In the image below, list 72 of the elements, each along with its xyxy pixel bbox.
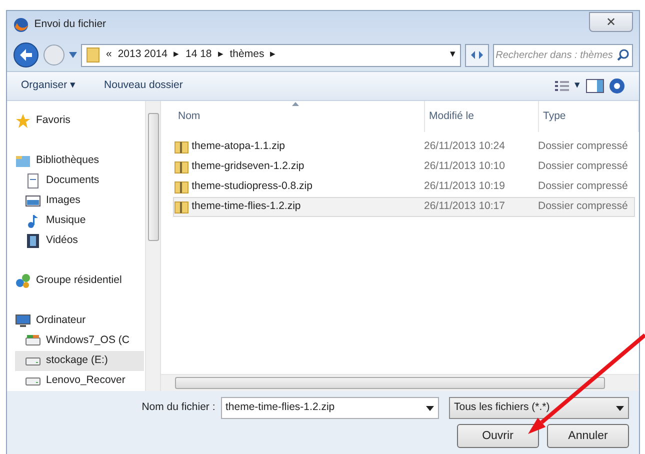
- file-row[interactable]: theme-atopa-1.1.zip 26/11/2013 10:24 Dossier compressé: [173, 137, 635, 157]
- zip-folder-icon: [174, 180, 189, 194]
- breadcrumb-item[interactable]: 14 18: [185, 47, 212, 63]
- view-list-icon[interactable]: [555, 80, 570, 92]
- sidebar-item[interactable]: Musique: [15, 211, 144, 231]
- new-folder-button[interactable]: Nouveau dossier: [104, 78, 528, 94]
- sidebar-item[interactable]: Groupe résidentiel: [15, 271, 144, 291]
- document-icon: [25, 173, 41, 189]
- file-row[interactable]: theme-gridseven-1.2.zip 26/11/2013 10:10 Dossier compressé: [173, 157, 635, 177]
- zip-folder-icon: [174, 200, 189, 214]
- breadcrumb-prefix[interactable]: «: [106, 47, 112, 63]
- sidebar-item[interactable]: Ordinateur: [15, 311, 144, 331]
- caret-icon[interactable]: [616, 406, 624, 410]
- sort-arrow-icon: [292, 102, 299, 106]
- sidebar-item[interactable]: Documents: [15, 171, 144, 191]
- file-type: Dossier compressé: [538, 199, 628, 214]
- zip-folder-icon: [174, 140, 189, 154]
- sidebar-item[interactable]: Windows7_OS (C: [15, 331, 144, 351]
- folder-icon: [86, 47, 100, 63]
- file-name-field[interactable]: theme-time-flies-1.2.zip: [220, 397, 438, 419]
- breadcrumb-separator[interactable]: ▸: [270, 47, 276, 63]
- vertical-scrollbar[interactable]: [145, 101, 160, 391]
- sidebar-item[interactable]: Vidéos: [15, 231, 144, 251]
- horizontal-scrollbar[interactable]: [161, 374, 639, 391]
- cancel-button[interactable]: Annuler: [547, 424, 629, 448]
- preview-pane-icon[interactable]: [586, 79, 604, 93]
- breadcrumb-item[interactable]: thèmes: [230, 47, 264, 63]
- browser-icon: [13, 17, 29, 33]
- window-title: Envoi du fichier: [34, 17, 108, 32]
- column-header[interactable]: Type: [539, 101, 639, 132]
- computer-icon: [15, 313, 31, 329]
- search-icon: [617, 48, 629, 60]
- film-icon: [25, 233, 41, 249]
- sidebar-item[interactable]: stockage (E:): [15, 351, 144, 371]
- breadcrumb-item[interactable]: 2013 2014: [118, 47, 168, 63]
- refresh-button[interactable]: [465, 44, 489, 66]
- sidebar-item[interactable]: Lenovo_Recover: [15, 371, 144, 391]
- breadcrumb-separator[interactable]: ▸: [173, 47, 180, 63]
- file-type-filter[interactable]: Tous les fichiers (*.*): [449, 397, 629, 419]
- modified-date: 26/11/2013 10:24: [424, 139, 506, 154]
- zip-folder-icon: [174, 160, 189, 174]
- file-name: theme-studiopress-0.8.zip: [192, 179, 312, 194]
- file-row[interactable]: theme-studiopress-0.8.zip 26/11/2013 10:19 Dossier compressé: [173, 177, 635, 197]
- column-header[interactable]: Nom: [174, 101, 425, 132]
- column-header[interactable]: Modifié le: [425, 101, 539, 132]
- star-icon: [15, 113, 31, 129]
- file-type: Dossier compressé: [538, 139, 628, 154]
- file-name-label: Nom du fichier :: [142, 400, 216, 416]
- file-type: Dossier compressé: [538, 159, 628, 174]
- file-name: theme-time-flies-1.2.zip: [192, 199, 301, 214]
- sidebar-item[interactable]: Favoris: [15, 111, 144, 131]
- file-type: Dossier compressé: [538, 179, 628, 194]
- view-caret[interactable]: ▾: [574, 78, 580, 94]
- search-field[interactable]: Rechercher dans : thèmes: [492, 44, 633, 66]
- organize-menu[interactable]: Organiser ▾: [21, 78, 76, 94]
- homegroup-icon: [15, 273, 31, 289]
- library-icon: [15, 153, 31, 169]
- modified-date: 26/11/2013 10:10: [424, 159, 506, 174]
- modified-date: 26/11/2013 10:19: [424, 179, 506, 194]
- close-button[interactable]: ✕: [589, 12, 633, 32]
- image-icon: [25, 193, 41, 209]
- address-dropdown[interactable]: ▾: [450, 47, 456, 63]
- file-row[interactable]: theme-time-flies-1.2.zip 26/11/2013 10:17 Dossier compressé: [173, 197, 635, 217]
- open-button[interactable]: Ouvrir: [456, 424, 539, 448]
- file-name: theme-atopa-1.1.zip: [192, 139, 286, 154]
- file-name: theme-gridseven-1.2.zip: [192, 159, 304, 174]
- breadcrumb-separator[interactable]: ▸: [218, 47, 224, 63]
- caret-icon[interactable]: [426, 406, 434, 410]
- back-icon[interactable]: [13, 42, 39, 68]
- modified-date: 26/11/2013 10:17: [424, 199, 506, 214]
- sidebar-item[interactable]: Bibliothèques: [15, 151, 144, 171]
- sidebar-item[interactable]: Images: [15, 191, 144, 211]
